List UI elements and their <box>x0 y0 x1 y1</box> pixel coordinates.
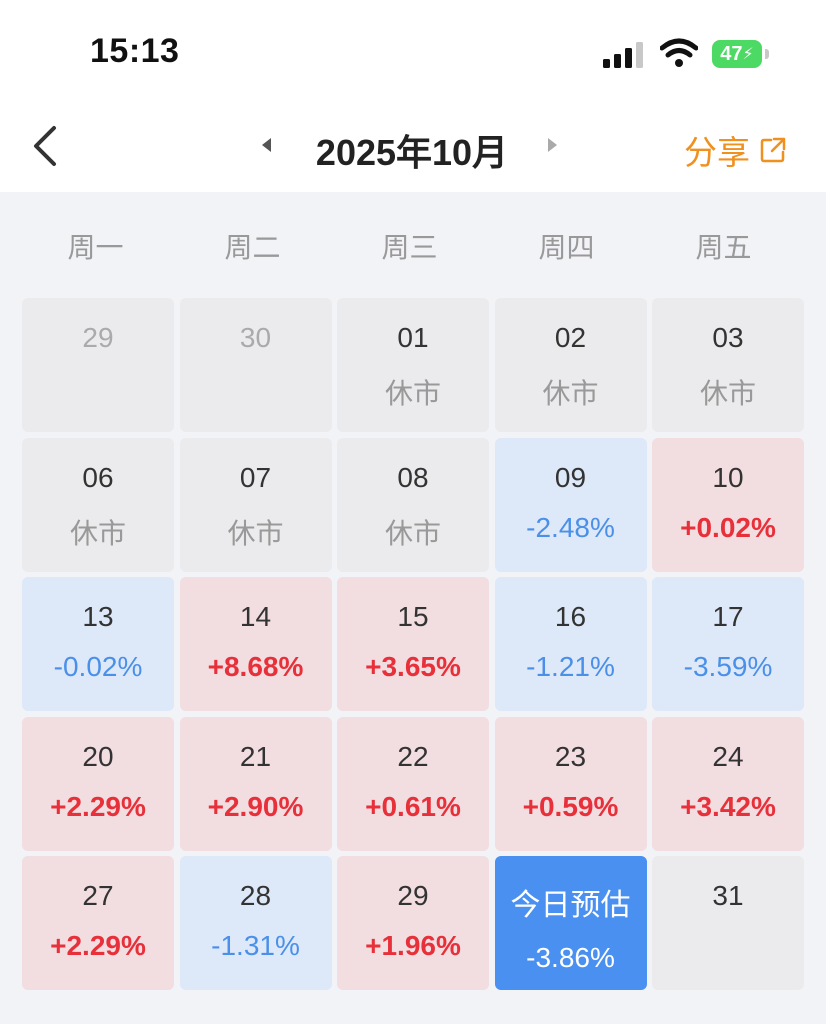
calendar-grid: 29 30 01 休市 02 休市 03 休市 06 休市 07 休市 08 休市 09 -2.48% 10 +0… <box>22 298 804 990</box>
market-closed-label: 休市 <box>699 378 756 409</box>
change-percent: +0.61% <box>365 790 461 822</box>
day-number: 24 <box>712 740 744 772</box>
change-percent: +2.29% <box>50 930 146 961</box>
battery-tip <box>765 49 769 59</box>
next-month-icon[interactable] <box>548 138 557 152</box>
weekday-header: 周一 周二 周三 周四 周五 <box>20 210 806 286</box>
today-estimate-cell[interactable]: 今日预估 -3.86% <box>494 856 647 990</box>
change-percent: -3.86% <box>526 942 615 973</box>
day-number: 02 <box>554 322 587 353</box>
calendar-day-cell[interactable]: 29 +1.96% <box>337 856 489 990</box>
change-percent: +2.29% <box>50 790 146 822</box>
day-number: 30 <box>239 322 272 353</box>
change-percent: +3.65% <box>365 651 461 682</box>
market-closed-label: 休市 <box>384 378 441 409</box>
weekday-label: 周三 <box>381 232 438 263</box>
calendar-day-cell[interactable]: 22 +0.61% <box>337 716 489 851</box>
status-time: 15:13 <box>90 32 180 70</box>
day-number: 28 <box>239 880 272 911</box>
calendar-day-cell[interactable]: 20 +2.29% <box>22 716 174 851</box>
change-percent: -3.59% <box>683 651 773 682</box>
change-percent: +3.42% <box>680 790 776 822</box>
calendar-day-cell[interactable]: 29 <box>22 298 174 432</box>
market-closed-label: 休市 <box>69 517 126 549</box>
change-percent: +0.02% <box>680 511 776 543</box>
day-number: 13 <box>82 601 114 632</box>
calendar-day-cell[interactable]: 31 <box>652 856 804 990</box>
change-percent: +1.96% <box>365 930 461 961</box>
day-number: 31 <box>712 880 744 911</box>
calendar-day-cell[interactable]: 23 +0.59% <box>494 716 647 851</box>
calendar-day-cell[interactable]: 09 -2.48% <box>494 437 647 572</box>
calendar-day-cell[interactable]: 02 休市 <box>494 298 647 432</box>
change-percent: -1.21% <box>526 651 615 682</box>
change-percent: -2.48% <box>526 511 615 543</box>
calendar-day-cell[interactable]: 28 -1.31% <box>179 856 332 990</box>
battery-level: 47 <box>720 42 743 65</box>
month-title: 2025年10月 <box>315 132 509 173</box>
change-percent: -0.02% <box>53 651 143 682</box>
day-number: 20 <box>82 740 114 772</box>
day-number: 21 <box>239 740 272 772</box>
weekday-label: 周五 <box>695 232 752 263</box>
calendar-day-cell[interactable]: 17 -3.59% <box>652 577 804 711</box>
status-bar: 15:13 47 ⚡ <box>0 0 826 100</box>
change-percent: -1.31% <box>211 930 300 961</box>
day-number: 03 <box>712 322 744 353</box>
change-percent: +8.68% <box>207 651 304 682</box>
back-chevron-icon[interactable] <box>28 124 68 168</box>
calendar-day-cell[interactable]: 13 -0.02% <box>22 577 174 711</box>
day-number: 01 <box>397 322 429 353</box>
calendar-day-cell[interactable]: 16 -1.21% <box>494 577 647 711</box>
header-bar: 2025年10月 分享 <box>0 100 826 192</box>
calendar-day-cell[interactable]: 06 休市 <box>22 437 174 572</box>
day-number: 06 <box>82 461 114 493</box>
change-percent: +0.59% <box>522 790 619 822</box>
day-number: 07 <box>239 461 272 493</box>
share-label: 分享 <box>684 134 750 171</box>
day-number: 10 <box>712 461 744 493</box>
calendar-day-cell[interactable]: 01 休市 <box>337 298 489 432</box>
battery-charging-icon: 47 ⚡ <box>712 40 762 68</box>
day-number: 09 <box>554 461 587 493</box>
day-number: 08 <box>397 461 429 493</box>
wifi-icon <box>660 38 698 67</box>
change-percent: +2.90% <box>207 790 304 822</box>
day-number: 16 <box>554 601 587 632</box>
share-button[interactable]: 分享 <box>684 126 786 174</box>
day-number: 17 <box>712 601 744 632</box>
calendar-day-cell[interactable]: 07 休市 <box>179 437 332 572</box>
market-closed-label: 休市 <box>384 517 441 549</box>
share-external-icon <box>760 137 786 163</box>
market-closed-label: 休市 <box>227 517 284 549</box>
prev-month-icon[interactable] <box>262 138 271 152</box>
calendar-day-cell[interactable]: 21 +2.90% <box>179 716 332 851</box>
calendar-day-cell[interactable]: 24 +3.42% <box>652 716 804 851</box>
day-number: 14 <box>239 601 272 632</box>
day-number: 27 <box>82 880 114 911</box>
day-number: 29 <box>397 880 429 911</box>
calendar-day-cell[interactable]: 08 休市 <box>337 437 489 572</box>
day-number: 22 <box>397 740 429 772</box>
weekday-label: 周一 <box>67 232 124 263</box>
weekday-label: 周二 <box>224 232 281 263</box>
calendar-day-cell[interactable]: 30 <box>179 298 332 432</box>
calendar-day-cell[interactable]: 10 +0.02% <box>652 437 804 572</box>
day-number: 今日预估 <box>510 889 631 922</box>
weekday-label: 周四 <box>538 232 595 263</box>
calendar-day-cell[interactable]: 15 +3.65% <box>337 577 489 711</box>
day-number: 29 <box>82 322 114 353</box>
day-number: 23 <box>554 740 587 772</box>
market-closed-label: 休市 <box>542 378 599 409</box>
calendar-day-cell[interactable]: 03 休市 <box>652 298 804 432</box>
signal-icon <box>603 42 643 68</box>
calendar-day-cell[interactable]: 27 +2.29% <box>22 856 174 990</box>
day-number: 15 <box>397 601 429 632</box>
calendar-day-cell[interactable]: 14 +8.68% <box>179 577 332 711</box>
